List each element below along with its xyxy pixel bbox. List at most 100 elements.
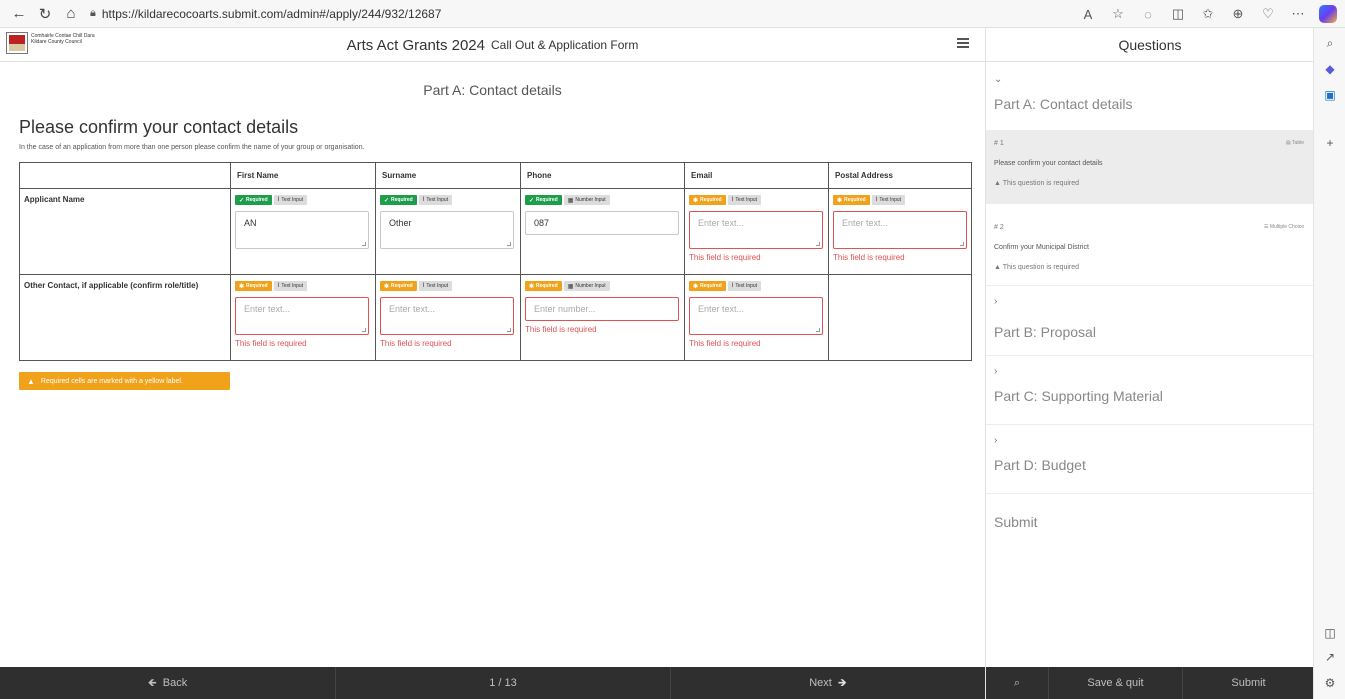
chevron-down-icon: ⌄: [994, 74, 1003, 85]
required-badge: ✱ Required: [833, 195, 870, 205]
warning-icon: ▲: [27, 376, 35, 386]
row-label: Other Contact, if applicable (confirm ro…: [19, 274, 231, 361]
table-cell: ✱ Required I Text Input Enter text... This …: [230, 274, 376, 361]
column-header: First Name: [230, 162, 376, 189]
required-badge: ✱ Required: [525, 281, 562, 291]
section-part-c[interactable]: › Part C: Supporting Material: [986, 356, 1314, 425]
browser-actions: A ☆ ◌ ◫ ✩ ⊕ ♡ ⋯: [1071, 3, 1337, 25]
next-button[interactable]: Next 🡺: [671, 667, 985, 699]
submit-button[interactable]: Submit: [1182, 667, 1314, 699]
table-header-row: First Name Surname Phone Email Postal Ad…: [19, 162, 972, 189]
table-row: Applicant Name ✓ Required I Text Input AN ✓…: [19, 188, 972, 275]
warning-icon: ▲: [994, 264, 1003, 271]
search-button[interactable]: ⌕: [986, 667, 1048, 699]
required-note-text: Required cells are marked with a yellow …: [40, 377, 183, 385]
text-cursor-icon: I: [422, 197, 425, 203]
panel-submit-link[interactable]: Submit: [994, 514, 1038, 530]
heart-icon[interactable]: ♡: [1255, 3, 1281, 25]
read-aloud-icon[interactable]: A: [1075, 3, 1101, 25]
question-item-1[interactable]: # 1 ▤ Table Please confirm your contact …: [986, 130, 1314, 204]
table-cell: ✱ Required I Text Input Enter text... This …: [828, 188, 972, 275]
split-screen-icon[interactable]: ◫: [1165, 3, 1191, 25]
contact-table: First Name Surname Phone Email Postal Ad…: [19, 162, 972, 361]
other-email-input[interactable]: Enter text...: [689, 297, 823, 335]
other-first-name-input[interactable]: Enter text...: [235, 297, 369, 335]
required-badge: ✓ Required: [235, 195, 272, 205]
section-title: Part C: Supporting Material: [994, 388, 1163, 404]
input-type-badge: I Text Input: [727, 195, 762, 205]
form-title-text: Arts Act Grants 2024: [346, 36, 485, 54]
arrow-right-icon: 🡺: [837, 676, 847, 689]
more-icon[interactable]: ⋯: [1285, 3, 1311, 25]
save-quit-button[interactable]: Save & quit: [1048, 667, 1182, 699]
surname-input[interactable]: Other: [380, 211, 514, 249]
settings-icon[interactable]: ⚙: [1321, 674, 1339, 692]
home-icon[interactable]: ⌂: [60, 3, 82, 25]
section-title: Part A: Contact details: [994, 96, 1133, 112]
chevron-right-icon: ›: [994, 296, 998, 307]
list-toggle-icon[interactable]: [957, 38, 969, 50]
text-cursor-icon: I: [277, 283, 280, 289]
search-icon[interactable]: ⌕: [1321, 34, 1339, 52]
add-icon[interactable]: +: [1321, 134, 1339, 152]
other-phone-input[interactable]: Enter number...: [525, 297, 679, 321]
refresh-icon[interactable]: ↻: [34, 3, 56, 25]
error-message: This field is required: [689, 253, 761, 262]
url-text[interactable]: https://kildarecocoarts.submit.com/admin…: [102, 7, 442, 21]
question-description: In the case of an application from more …: [19, 144, 365, 151]
favorites-icon[interactable]: ✩: [1195, 3, 1221, 25]
question-text: Confirm your Municipal District: [994, 244, 1089, 251]
back-button[interactable]: 🡸 Back: [0, 667, 335, 699]
required-badge: ✓ Required: [525, 195, 562, 205]
required-badge: ✱ Required: [689, 195, 726, 205]
email-input[interactable]: Enter text...: [689, 211, 823, 249]
questions-panel: Questions ⌄ Part A: Contact details # 1 …: [985, 28, 1314, 699]
sidebar-toggle-icon[interactable]: ◫: [1321, 624, 1339, 642]
question-item-2[interactable]: # 2 ☰ Multiple Choice Confirm your Munic…: [986, 214, 1314, 286]
search-icon: ⌕: [1013, 676, 1021, 689]
input-type-badge: I Text Input: [273, 195, 308, 205]
required-badge: ✱ Required: [689, 281, 726, 291]
section-part-b[interactable]: › Part B: Proposal: [986, 286, 1314, 356]
header-empty: [19, 162, 231, 189]
asterisk-icon: ✱: [837, 197, 843, 204]
question-required: ▲ This question is required: [994, 264, 1080, 271]
section-title: Part D: Budget: [994, 457, 1086, 473]
postal-address-input[interactable]: Enter text...: [833, 211, 967, 249]
collections-icon[interactable]: ⊕: [1225, 3, 1251, 25]
outlook-icon[interactable]: ▣: [1321, 86, 1339, 104]
error-message: This field is required: [833, 253, 905, 262]
panel-title: Questions: [986, 28, 1314, 62]
question-title: Please confirm your contact details: [19, 117, 299, 137]
question-required: ▲ This question is required: [994, 180, 1080, 187]
form-main: Part A: Contact details Please confirm y…: [0, 62, 985, 667]
text-cursor-icon: I: [277, 197, 280, 203]
input-type-badge: I Text Input: [418, 195, 453, 205]
table-row: Other Contact, if applicable (confirm ro…: [19, 274, 972, 361]
section-part-a[interactable]: ⌄ Part A: Contact details: [986, 62, 1314, 126]
table-cell: ✱ Required I Text Input Enter text... This …: [375, 274, 521, 361]
table-cell: ✱ Required I Text Input Enter text... This …: [684, 274, 829, 361]
shopping-icon[interactable]: ◆: [1321, 60, 1339, 78]
phone-input[interactable]: 087: [525, 211, 679, 235]
column-header: Phone: [520, 162, 685, 189]
chevron-right-icon: ›: [994, 435, 998, 446]
panel-bottom-bar: ⌕ Save & quit Submit: [986, 667, 1314, 699]
copilot-icon[interactable]: [1319, 5, 1337, 23]
extension-icon[interactable]: ◌: [1135, 3, 1161, 25]
first-name-input[interactable]: AN: [235, 211, 369, 249]
favorite-star-icon[interactable]: ☆: [1105, 3, 1131, 25]
address-bar[interactable]: 🔒︎ https://kildarecocoarts.submit.com/ad…: [90, 3, 441, 25]
page-indicator: 1 / 13: [489, 677, 517, 689]
table-cell-empty: [828, 274, 972, 361]
error-message: This field is required: [525, 325, 597, 334]
required-note: ▲ Required cells are marked with a yello…: [19, 372, 230, 390]
back-arrow-icon[interactable]: ←: [8, 3, 30, 25]
required-badge: ✱ Required: [235, 281, 272, 291]
other-surname-input[interactable]: Enter text...: [380, 297, 514, 335]
arrow-left-icon: 🡸: [147, 676, 157, 689]
row-label: Applicant Name: [19, 188, 231, 275]
section-part-d[interactable]: › Part D: Budget: [986, 425, 1314, 494]
external-link-icon[interactable]: ↗: [1321, 648, 1339, 666]
table-cell: ✱ Required I Text Input Enter text... This …: [684, 188, 829, 275]
